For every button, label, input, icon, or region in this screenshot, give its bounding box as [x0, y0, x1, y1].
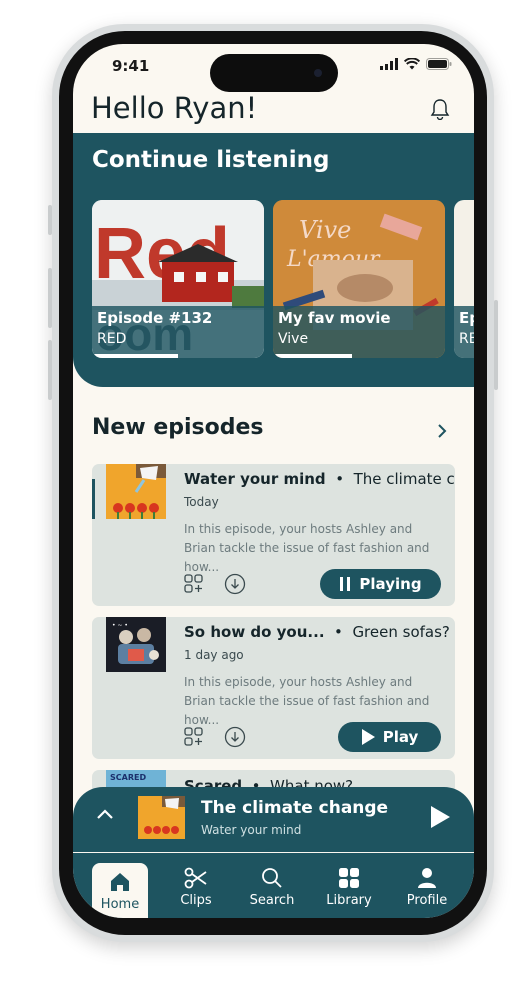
search-icon: [262, 868, 282, 888]
dynamic-island: [210, 54, 338, 92]
now-playing-title: The climate change: [201, 798, 389, 818]
volume-button: [48, 268, 52, 328]
nav-label: Search: [249, 893, 295, 908]
volume-button: [48, 340, 52, 400]
svg-text:• ~ •: • ~ •: [112, 622, 128, 629]
bottom-navigation: Home Clips Search Library Profile: [73, 852, 474, 918]
pause-icon: [340, 577, 351, 591]
chevron-up-icon[interactable]: [96, 808, 114, 820]
wifi-icon: [404, 58, 420, 70]
episode-date: 1 day ago: [184, 648, 244, 662]
status-bar: 9:41: [73, 44, 474, 92]
continue-card[interactable]: Vive L'amour My fav movie Vive: [273, 200, 445, 358]
play-icon[interactable]: [430, 806, 450, 828]
now-playing-subtitle: Water your mind: [201, 823, 302, 837]
home-icon: [111, 873, 129, 891]
active-indicator: [92, 479, 95, 519]
mini-player[interactable]: The climate change Water your mind: [73, 787, 474, 852]
status-time: 9:41: [112, 57, 150, 75]
episode-title-line: Water your mind • The climate c: [184, 470, 455, 488]
episode-show: The climate c: [353, 470, 455, 488]
download-icon[interactable]: [224, 573, 246, 595]
play-icon: [361, 729, 375, 745]
nav-item-clips[interactable]: Clips: [168, 861, 224, 913]
episode-title: Water your mind: [184, 470, 326, 488]
episode-card[interactable]: • ~ • So how do you... • Green sofas? 1 …: [92, 617, 455, 759]
section-title: Continue listening: [92, 147, 330, 173]
nav-item-library[interactable]: Library: [321, 861, 377, 913]
now-playing-cover-art: [138, 796, 185, 839]
play-button[interactable]: Play: [338, 722, 441, 752]
add-to-library-icon[interactable]: [184, 574, 204, 594]
card-progress: [273, 354, 353, 358]
nav-item-search[interactable]: Search: [244, 861, 300, 913]
status-icons: [380, 58, 452, 70]
continue-listening-section: Continue listening Red oom Episode #132 …: [73, 133, 474, 387]
profile-icon: [418, 868, 436, 888]
power-button: [494, 300, 498, 390]
play-button-label: Play: [382, 728, 419, 746]
continue-card[interactable]: Red oom Episode #132 RED: [92, 200, 264, 358]
episode-card[interactable]: Water your mind • The climate c Today In…: [92, 464, 455, 606]
card-show-name: RED: [97, 331, 127, 347]
episode-cover-art: • ~ •: [106, 617, 166, 672]
card-episode-title: Ep: [459, 309, 474, 327]
section-title: New episodes: [92, 415, 264, 440]
signal-icon: [380, 58, 398, 70]
episode-title-line: So how do you... • Green sofas?: [184, 623, 450, 641]
bell-icon[interactable]: [430, 98, 450, 120]
episode-title: So how do you...: [184, 623, 325, 641]
scissors-icon: [184, 867, 207, 889]
app-screen: 9:41 Hello Ryan! Continue listening Red: [73, 44, 474, 918]
nav-item-profile[interactable]: Profile: [399, 861, 455, 913]
nav-item-home[interactable]: Home: [92, 863, 148, 918]
chevron-right-icon[interactable]: [436, 423, 448, 439]
episode-cover-art: [106, 464, 166, 519]
continue-card[interactable]: Ep RE: [454, 200, 474, 358]
svg-text:SCARED: SCARED: [110, 773, 146, 782]
card-show-name: RE: [459, 331, 474, 347]
card-progress: [92, 354, 178, 358]
svg-text:Vive: Vive: [299, 216, 351, 244]
library-icon: [339, 868, 359, 888]
battery-icon: [426, 58, 452, 70]
download-icon[interactable]: [224, 726, 246, 748]
nav-label: Home: [100, 897, 140, 912]
card-episode-title: Episode #132: [97, 309, 213, 327]
volume-button: [48, 205, 52, 235]
episode-show: Green sofas?: [352, 623, 450, 641]
add-to-library-icon[interactable]: [184, 727, 204, 747]
card-show-name: Vive: [278, 331, 309, 347]
greeting-title: Hello Ryan!: [91, 91, 258, 125]
card-episode-title: My fav movie: [278, 309, 391, 327]
episode-date: Today: [184, 495, 219, 509]
playing-button[interactable]: Playing: [320, 569, 441, 599]
app-header: Hello Ryan!: [73, 88, 474, 136]
nav-label: Clips: [180, 893, 212, 908]
nav-label: Library: [326, 893, 372, 908]
play-button-label: Playing: [359, 575, 422, 593]
nav-label: Profile: [406, 893, 448, 908]
